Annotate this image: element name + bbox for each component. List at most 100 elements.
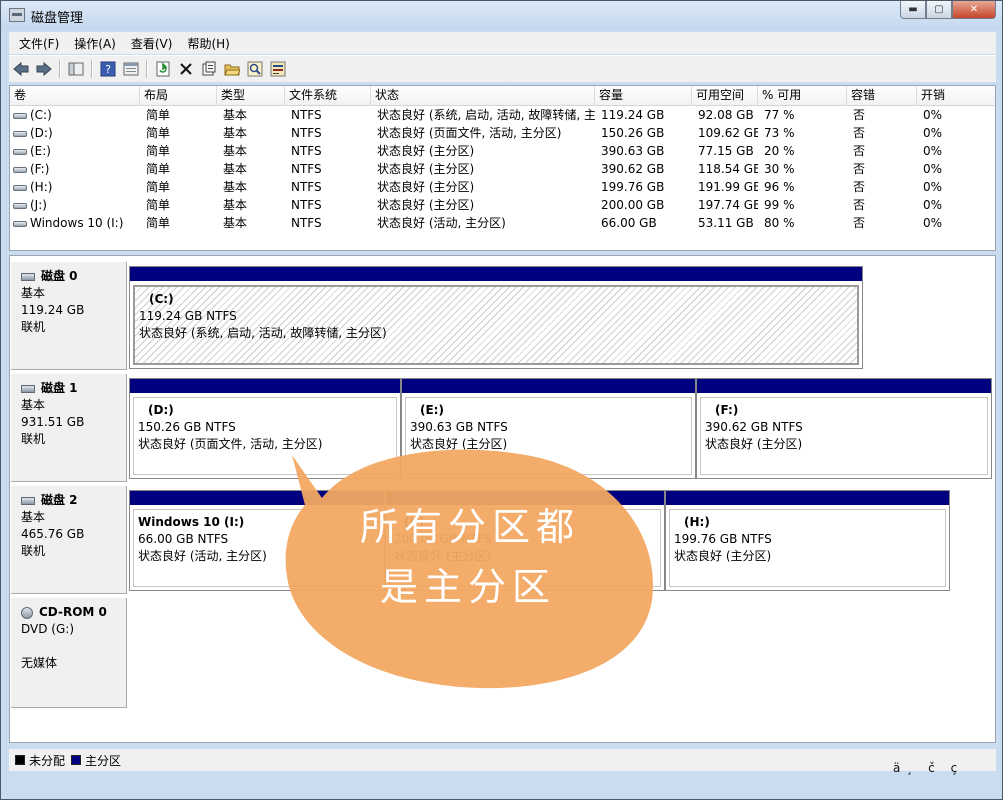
cell-text: NTFS bbox=[291, 144, 322, 158]
cell-text: 状态良好 (主分区) bbox=[377, 180, 475, 194]
partition-c[interactable]: (C:) 119.24 GB NTFS 状态良好 (系统, 启动, 活动, 故障… bbox=[129, 266, 863, 369]
disk-type: 基本 bbox=[21, 286, 46, 300]
primary-partition-bar bbox=[666, 491, 949, 505]
cell-text: 0% bbox=[923, 216, 943, 230]
column-header-overhead[interactable]: 开销 bbox=[917, 86, 995, 105]
cell-status: 状态良好 (主分区) bbox=[371, 160, 595, 178]
cell-percent-free: 20 % bbox=[758, 142, 847, 160]
disk-1-info[interactable]: 磁盘 1 基本 931.51 GB 联机 bbox=[11, 374, 127, 482]
cell-filesystem: NTFS bbox=[285, 214, 371, 232]
search-icon[interactable] bbox=[244, 58, 266, 80]
cell-fault-tolerance: 否 bbox=[847, 142, 917, 160]
cell-percent-free: 73 % bbox=[758, 124, 847, 142]
menu-file[interactable]: 文件(F) bbox=[9, 35, 64, 52]
title-bar[interactable]: 磁盘管理 ▬ ▢ ✕ bbox=[1, 1, 1002, 31]
back-icon[interactable] bbox=[10, 58, 32, 80]
volume-list[interactable]: 卷 布局 类型 文件系统 状态 容量 可用空间 % 可用 容错 开销 (C:) 简… bbox=[9, 85, 996, 251]
svg-text:?: ? bbox=[105, 63, 111, 76]
volume-row[interactable]: (C:) 简单 基本 NTFS 状态良好 (系统, 启动, 活动, 故障转储, 主分区)… bbox=[10, 106, 995, 124]
cell-status: 状态良好 (主分区) bbox=[371, 196, 595, 214]
cell-text: 否 bbox=[853, 162, 866, 176]
cell-text: 53.11 GB bbox=[698, 216, 754, 230]
cell-type: 基本 bbox=[217, 196, 285, 214]
refresh-icon[interactable] bbox=[152, 58, 174, 80]
cell-text: NTFS bbox=[291, 216, 322, 230]
disk-status: 无媒体 bbox=[21, 656, 58, 670]
volume-row[interactable]: (D:) 简单 基本 NTFS 状态良好 (页面文件, 活动, 主分区) 150.26 G… bbox=[10, 124, 995, 142]
forward-icon[interactable] bbox=[33, 58, 55, 80]
menu-help[interactable]: 帮助(H) bbox=[177, 35, 234, 52]
primary-partition-legend-swatch bbox=[71, 755, 82, 765]
cell-text: 191.99 GB bbox=[698, 180, 758, 194]
volume-drive-icon bbox=[13, 130, 27, 137]
cell-text: 否 bbox=[853, 180, 866, 194]
disk-2-info[interactable]: 磁盘 2 基本 465.76 GB 联机 bbox=[11, 486, 127, 594]
partition-e[interactable]: (E:) 390.63 GB NTFS 状态良好 (主分区) bbox=[401, 378, 696, 479]
cell-capacity: 200.00 GB bbox=[595, 196, 692, 214]
cell-overhead: 0% bbox=[917, 160, 995, 178]
close-button[interactable]: ✕ bbox=[952, 1, 996, 19]
cell-capacity: 199.76 GB bbox=[595, 178, 692, 196]
column-header-type[interactable]: 类型 bbox=[217, 86, 285, 105]
partition-status: 状态良好 (主分区) bbox=[410, 437, 508, 451]
column-header-fault-tolerance[interactable]: 容错 bbox=[847, 86, 917, 105]
console-tree-icon[interactable] bbox=[65, 58, 87, 80]
cell-percent-free: 99 % bbox=[758, 196, 847, 214]
cell-text: 基本 bbox=[223, 198, 248, 212]
toolbar-separator bbox=[59, 60, 60, 78]
column-header-volume[interactable]: 卷 bbox=[10, 86, 140, 105]
help-icon[interactable]: ? bbox=[97, 58, 119, 80]
cdrom-0-info[interactable]: CD-ROM 0 DVD (G:) 无媒体 bbox=[11, 598, 127, 708]
rescan-icon[interactable] bbox=[267, 58, 289, 80]
column-header-free-space[interactable]: 可用空间 bbox=[692, 86, 758, 105]
hard-disk-icon bbox=[21, 496, 35, 505]
partition-h[interactable]: (H:) 199.76 GB NTFS 状态良好 (主分区) bbox=[665, 490, 950, 591]
volume-drive-icon bbox=[13, 184, 27, 191]
partition-status: 状态良好 (主分区) bbox=[705, 437, 803, 451]
volume-row[interactable]: (H:) 简单 基本 NTFS 状态良好 (主分区) 199.76 GB 191.99 GB… bbox=[10, 178, 995, 196]
volume-row[interactable]: (F:) 简单 基本 NTFS 状态良好 (主分区) 390.62 GB 118.54 GB… bbox=[10, 160, 995, 178]
cell-filesystem: NTFS bbox=[285, 142, 371, 160]
partition-i[interactable]: Windows 10 (I:) 66.00 GB NTFS 状态良好 (活动, … bbox=[129, 490, 385, 591]
disk-management-app-icon[interactable] bbox=[9, 8, 25, 22]
cell-capacity: 66.00 GB bbox=[595, 214, 692, 232]
hard-disk-icon bbox=[21, 384, 35, 393]
maximize-button[interactable]: ▢ bbox=[926, 1, 952, 19]
menu-view[interactable]: 查看(V) bbox=[121, 35, 178, 52]
column-header-capacity[interactable]: 容量 bbox=[595, 86, 692, 105]
partition-size: 390.62 GB NTFS bbox=[705, 420, 803, 434]
cell-free-space: 191.99 GB bbox=[692, 178, 758, 196]
cell-fault-tolerance: 否 bbox=[847, 196, 917, 214]
minimize-button[interactable]: ▬ bbox=[900, 1, 926, 19]
column-header-status[interactable]: 状态 bbox=[371, 86, 595, 105]
volume-row[interactable]: Windows 10 (I:) 简单 基本 NTFS 状态良好 (活动, 主分区) 66.… bbox=[10, 214, 995, 232]
volume-row[interactable]: (J:) 简单 基本 NTFS 状态良好 (主分区) 200.00 GB 197.74 GB… bbox=[10, 196, 995, 214]
properties-pane-icon[interactable] bbox=[120, 58, 142, 80]
partition-d[interactable]: (D:) 150.26 GB NTFS 状态良好 (页面文件, 活动, 主分区) bbox=[129, 378, 401, 479]
column-header-percent-free[interactable]: % 可用 bbox=[758, 86, 847, 105]
cell-volume: (D:) bbox=[10, 124, 140, 142]
menu-action[interactable]: 操作(A) bbox=[64, 35, 121, 52]
disk-0-info[interactable]: 磁盘 0 基本 119.24 GB 联机 bbox=[11, 262, 127, 370]
cell-text: 基本 bbox=[223, 216, 248, 230]
cell-text: 状态良好 (系统, 启动, 活动, 故障转储, 主分区) bbox=[377, 108, 595, 122]
volume-row[interactable]: (E:) 简单 基本 NTFS 状态良好 (主分区) 390.63 GB 77.15 GB 2… bbox=[10, 142, 995, 160]
cell-type: 基本 bbox=[217, 160, 285, 178]
open-folder-icon[interactable] bbox=[221, 58, 243, 80]
cell-volume: (J:) bbox=[10, 196, 140, 214]
partition-f[interactable]: (F:) 390.62 GB NTFS 状态良好 (主分区) bbox=[696, 378, 992, 479]
disk-name: 磁盘 1 bbox=[41, 381, 78, 395]
toolbar: ? bbox=[9, 55, 996, 82]
cell-text: NTFS bbox=[291, 126, 322, 140]
cell-text: 基本 bbox=[223, 126, 248, 140]
delete-icon[interactable] bbox=[175, 58, 197, 80]
cell-percent-free: 30 % bbox=[758, 160, 847, 178]
disk-layout-view[interactable]: 磁盘 0 基本 119.24 GB 联机 (C:) 119.24 GB NTFS… bbox=[9, 255, 996, 743]
partition-j[interactable]: (J:) 200.00 GB NTFS 状态良好 (主分区) bbox=[385, 490, 665, 591]
cell-status: 状态良好 (活动, 主分区) bbox=[371, 214, 595, 232]
column-header-filesystem[interactable]: 文件系统 bbox=[285, 86, 371, 105]
partition-size: 66.00 GB NTFS bbox=[138, 532, 229, 546]
properties-icon[interactable] bbox=[198, 58, 220, 80]
partition-status: 状态良好 (页面文件, 活动, 主分区) bbox=[138, 437, 323, 451]
column-header-layout[interactable]: 布局 bbox=[140, 86, 217, 105]
